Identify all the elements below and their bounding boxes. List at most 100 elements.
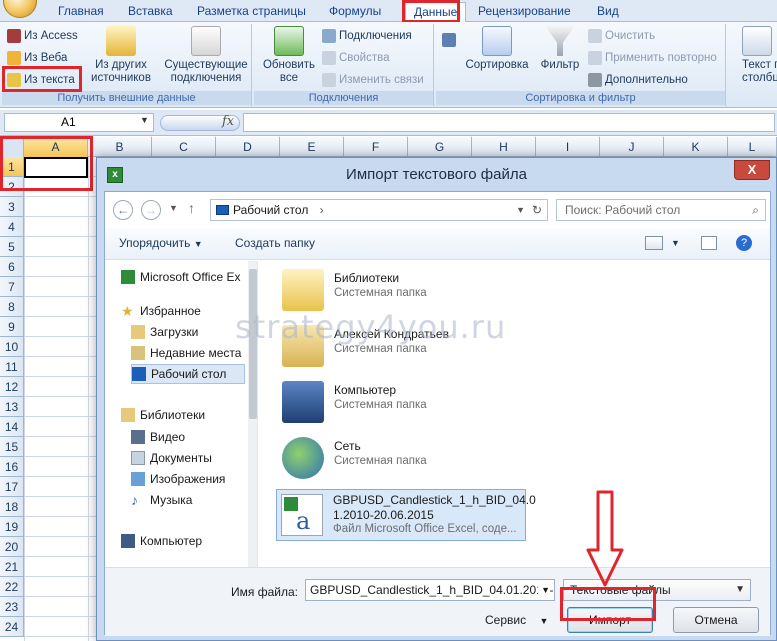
up-arrow-icon[interactable]: ↑: [188, 200, 195, 216]
name-box-dropdown-icon[interactable]: ▼: [140, 115, 149, 125]
column-header-k[interactable]: K: [664, 137, 728, 157]
sort-button[interactable]: Сортировка: [462, 26, 532, 72]
text-to-columns-button[interactable]: Текст п столбц: [732, 26, 777, 85]
history-dropdown-icon[interactable]: ▼: [169, 203, 178, 213]
clear-filter-button[interactable]: Очистить: [588, 26, 655, 46]
row-header[interactable]: 10: [0, 337, 24, 357]
row-header[interactable]: 8: [0, 297, 24, 317]
tab-page-layout[interactable]: Разметка страницы: [189, 2, 314, 22]
file-item-network[interactable]: Сеть Системная папка: [278, 433, 528, 485]
organize-button[interactable]: Упорядочить ▼: [119, 236, 203, 250]
row-header[interactable]: 21: [0, 557, 24, 577]
nav-item-recent-places[interactable]: Недавние места: [131, 343, 241, 363]
web-icon: [7, 51, 21, 65]
row-header[interactable]: 15: [0, 437, 24, 457]
column-header-h[interactable]: H: [472, 137, 536, 157]
name-box[interactable]: A1: [4, 113, 154, 132]
refresh-all-button[interactable]: Обновить все: [256, 26, 322, 85]
column-header-j[interactable]: J: [600, 137, 664, 157]
row-header[interactable]: 7: [0, 277, 24, 297]
new-folder-button[interactable]: Создать папку: [235, 236, 315, 250]
row-header[interactable]: 19: [0, 517, 24, 537]
column-header-d[interactable]: D: [216, 137, 280, 157]
tab-home[interactable]: Главная: [50, 2, 112, 22]
nav-item-pictures[interactable]: Изображения: [131, 469, 225, 489]
preview-pane-icon[interactable]: [701, 236, 717, 250]
connections-button[interactable]: Подключения: [322, 26, 412, 46]
close-button[interactable]: X: [734, 160, 770, 180]
row-header[interactable]: 12: [0, 377, 24, 397]
insert-function-icon[interactable]: fx: [222, 114, 234, 129]
column-header-b[interactable]: B: [88, 137, 152, 157]
office-button[interactable]: [3, 0, 37, 18]
nav-item-video[interactable]: Видео: [131, 427, 185, 447]
view-options-icon[interactable]: [645, 236, 663, 250]
column-header-f[interactable]: F: [344, 137, 408, 157]
filter-button[interactable]: Фильтр: [536, 26, 584, 72]
row-header[interactable]: 4: [0, 217, 24, 237]
reapply-button[interactable]: Применить повторно: [588, 48, 717, 68]
other-sources-button[interactable]: Из других источников: [90, 26, 152, 85]
column-header-c[interactable]: C: [152, 137, 216, 157]
address-bar[interactable]: Рабочий стол › ▼ ↻: [210, 199, 548, 221]
nav-item-favorites[interactable]: ★ Избранное: [121, 301, 201, 321]
file-item-gbpusd-csv[interactable]: a GBPUSD_Candlestick_1_h_BID_04.0 1.2010…: [276, 489, 536, 541]
row-header[interactable]: 3: [0, 197, 24, 217]
row-header[interactable]: 13: [0, 397, 24, 417]
forward-arrow-icon[interactable]: →: [141, 200, 161, 220]
address-dropdown-icon[interactable]: ▼: [516, 200, 525, 220]
file-name: Библиотеки: [334, 271, 400, 285]
nav-item-music[interactable]: ♪ Музыка: [131, 490, 192, 510]
view-dropdown-icon[interactable]: ▼: [671, 238, 680, 248]
tab-review[interactable]: Рецензирование: [470, 2, 579, 22]
row-header[interactable]: 14: [0, 417, 24, 437]
column-header-i[interactable]: I: [536, 137, 600, 157]
file-type: Системная папка: [334, 287, 427, 299]
tab-view[interactable]: Вид: [589, 2, 627, 22]
row-header[interactable]: 17: [0, 477, 24, 497]
filename-input[interactable]: GBPUSD_Candlestick_1_h_BID_04.01.2010-2 …: [305, 579, 555, 601]
row-header[interactable]: 24: [0, 617, 24, 637]
row-header[interactable]: 6: [0, 257, 24, 277]
search-input[interactable]: Поиск: Рабочий стол ⌕: [556, 199, 766, 221]
nav-item-downloads[interactable]: Загрузки: [131, 322, 198, 342]
filename-dropdown-icon[interactable]: ▼: [538, 580, 550, 600]
advanced-filter-button[interactable]: Дополнительно: [588, 70, 688, 90]
breadcrumb-chevron-icon[interactable]: ›: [320, 203, 324, 217]
row-header[interactable]: 18: [0, 497, 24, 517]
nav-item-computer[interactable]: Компьютер: [121, 531, 202, 551]
formula-input[interactable]: [243, 113, 775, 132]
nav-item-libraries[interactable]: Библиотеки: [121, 405, 205, 425]
from-access-button[interactable]: Из Access: [7, 26, 78, 46]
nav-item-documents[interactable]: Документы: [131, 448, 212, 468]
row-header[interactable]: 5: [0, 237, 24, 257]
row-header[interactable]: 22: [0, 577, 24, 597]
nav-scrollbar[interactable]: [248, 261, 257, 567]
row-header[interactable]: 20: [0, 537, 24, 557]
nav-item-office-excel[interactable]: Microsoft Office Ex: [121, 267, 240, 287]
row-header[interactable]: 11: [0, 357, 24, 377]
sort-az-button[interactable]: [442, 30, 456, 50]
tab-formulas[interactable]: Формулы: [321, 2, 389, 22]
column-header-g[interactable]: G: [408, 137, 472, 157]
properties-label: Свойства: [339, 52, 390, 64]
back-arrow-icon[interactable]: ←: [113, 200, 133, 220]
edit-links-button[interactable]: Изменить связи: [322, 70, 424, 90]
file-item-computer[interactable]: Компьютер Системная папка: [278, 377, 528, 429]
help-icon[interactable]: ?: [736, 235, 752, 251]
tab-insert[interactable]: Вставка: [120, 2, 181, 22]
service-button[interactable]: Сервис ▼: [485, 613, 548, 627]
refresh-icon[interactable]: ↻: [532, 200, 542, 220]
column-header-e[interactable]: E: [280, 137, 344, 157]
cancel-button[interactable]: Отмена: [673, 607, 759, 633]
properties-button[interactable]: Свойства: [322, 48, 390, 68]
row-header[interactable]: 16: [0, 457, 24, 477]
nav-item-desktop[interactable]: Рабочий стол: [131, 364, 245, 384]
row-header[interactable]: 9: [0, 317, 24, 337]
column-header-l[interactable]: L: [728, 137, 777, 157]
existing-connections-button[interactable]: Существующие подключения: [164, 26, 248, 85]
search-icon[interactable]: ⌕: [752, 200, 759, 220]
from-web-button[interactable]: Из Веба: [7, 48, 67, 68]
reapply-label: Применить повторно: [605, 52, 717, 64]
row-header[interactable]: 23: [0, 597, 24, 617]
